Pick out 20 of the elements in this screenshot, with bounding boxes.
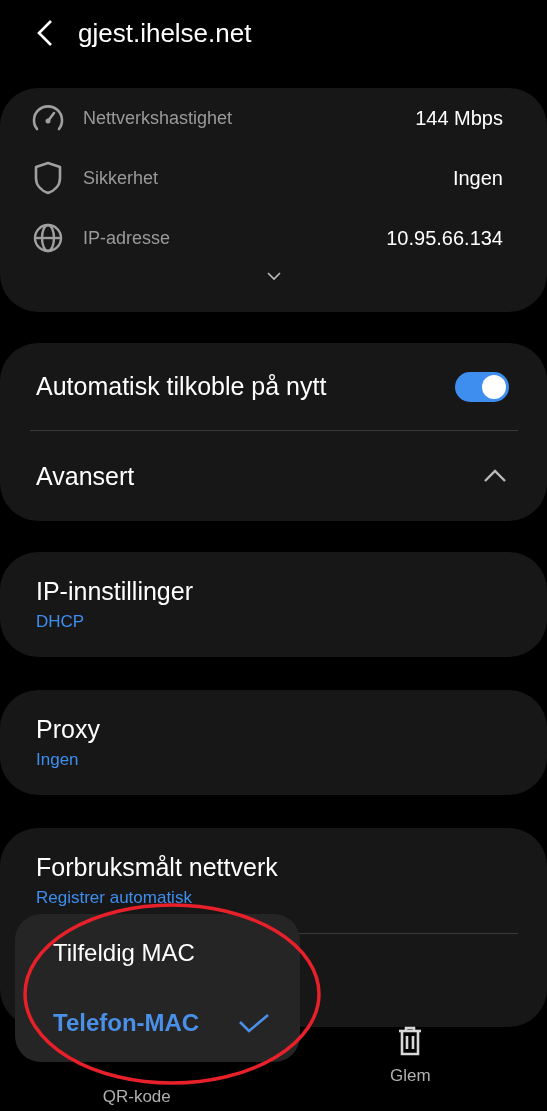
back-icon[interactable] — [36, 19, 54, 47]
menu-item[interactable]: Tilfeldig MAC — [15, 922, 300, 984]
advanced-row[interactable]: Avansert — [0, 431, 547, 521]
menu-item[interactable]: Telefon-MAC — [15, 992, 300, 1054]
info-label: Nettverkshastighet — [83, 107, 234, 129]
settings-item[interactable]: IP-innstillinger DHCP — [0, 552, 547, 657]
page-title: gjest.ihelse.net — [78, 17, 252, 49]
toggle-switch[interactable] — [455, 371, 509, 402]
trash-icon — [397, 1026, 424, 1056]
auto-reconnect-row[interactable]: Automatisk tilkoble på nytt — [0, 343, 547, 430]
info-label: IP-adresse — [83, 227, 172, 249]
chevron-down-icon[interactable] — [266, 272, 281, 281]
info-value: Ingen — [452, 166, 503, 190]
info-value: 144 Mbps — [415, 106, 503, 130]
globe-icon — [31, 222, 65, 254]
speedometer-icon — [31, 103, 65, 133]
settings-item[interactable]: Proxy Ingen — [0, 690, 547, 795]
info-value: 10.95.66.134 — [386, 226, 503, 250]
info-label: Sikkerhet — [83, 167, 160, 189]
checkmark-icon — [238, 1013, 270, 1033]
